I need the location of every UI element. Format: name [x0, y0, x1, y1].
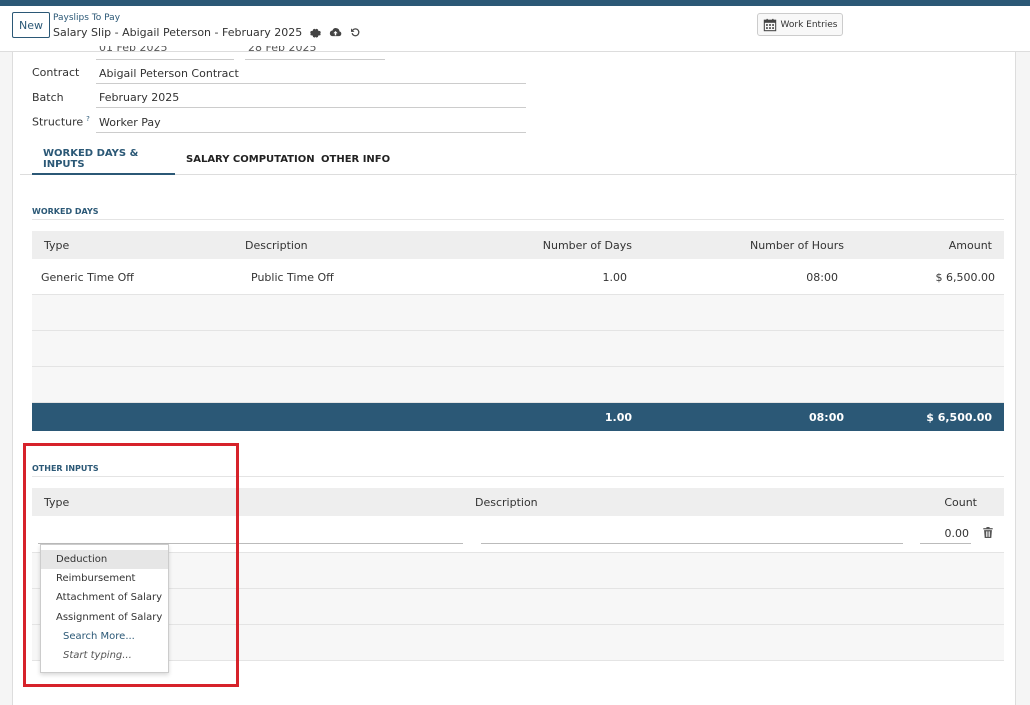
structure-label-text: Structure	[32, 115, 84, 129]
contract-field[interactable]: Abigail Peterson Contract	[96, 64, 526, 84]
dropdown-option-attachment-of-salary[interactable]: Attachment of Salary	[41, 588, 168, 607]
dropdown-option-assignment-of-salary[interactable]: Assignment of Salary	[41, 608, 168, 627]
col-input-type[interactable]: Type	[44, 488, 69, 516]
dropdown-search-more[interactable]: Search More...	[41, 627, 168, 646]
dropdown-option-reimbursement[interactable]: Reimbursement	[41, 569, 168, 588]
worked-days-title: WORKED DAYS	[32, 207, 99, 216]
empty-row	[32, 589, 1004, 625]
cell-days: 1.00	[602, 270, 628, 284]
other-inputs-table: Type Description Count 0.00	[32, 488, 1004, 662]
empty-row	[32, 367, 1004, 403]
cell-amount: $ 6,500.00	[935, 270, 995, 284]
other-inputs-divider	[32, 476, 1004, 477]
period-start-field[interactable]: 01 Feb 2025	[96, 46, 234, 60]
cell-hours: 08:00	[806, 270, 838, 284]
title-row: Salary Slip - Abigail Peterson - Februar…	[53, 25, 362, 39]
gear-icon[interactable]	[308, 25, 322, 39]
total-days: 1.00	[604, 410, 632, 424]
type-autocomplete-dropdown: Deduction Reimbursement Attachment of Sa…	[40, 544, 169, 673]
col-number-of-days[interactable]: Number of Days	[484, 231, 632, 259]
worked-days-header: Type Description Number of Days Number o…	[32, 231, 1004, 259]
empty-row	[32, 625, 1004, 661]
table-row[interactable]: Generic Time Off Public Time Off 1.00 08…	[32, 259, 1004, 295]
col-description[interactable]: Description	[245, 231, 308, 259]
undo-icon[interactable]	[348, 25, 362, 39]
description-input[interactable]	[481, 543, 903, 544]
calendar-icon	[763, 18, 777, 32]
work-entries-label: Work Entries	[780, 19, 838, 30]
new-button[interactable]: New	[12, 12, 50, 38]
notebook-tabs: WORKED DAYS & INPUTS SALARY COMPUTATION …	[20, 144, 1017, 175]
tab-salary-computation[interactable]: SALARY COMPUTATION	[175, 144, 326, 175]
other-inputs-title: OTHER INPUTS	[32, 464, 99, 473]
empty-row	[32, 553, 1004, 589]
contract-label: Contract	[32, 66, 80, 79]
worked-days-totals: 1.00 08:00 $ 6,500.00	[32, 403, 1004, 431]
trash-icon[interactable]	[981, 525, 995, 539]
total-hours: 08:00	[808, 410, 844, 424]
cell-description: Public Time Off	[251, 270, 334, 284]
editable-row[interactable]: 0.00	[32, 516, 1004, 553]
empty-row	[32, 331, 1004, 367]
period-end-field[interactable]: 28 Feb 2025	[245, 46, 385, 60]
col-input-count[interactable]: Count	[892, 488, 977, 516]
dropdown-option-deduction[interactable]: Deduction	[41, 550, 168, 569]
batch-field[interactable]: February 2025	[96, 88, 526, 108]
structure-help-icon[interactable]: ?	[86, 115, 90, 123]
cell-type: Generic Time Off	[41, 270, 134, 284]
structure-label: Structure?	[32, 115, 90, 129]
tab-worked-days-inputs[interactable]: WORKED DAYS & INPUTS	[32, 144, 175, 175]
batch-label: Batch	[32, 91, 64, 104]
page-title: Salary Slip - Abigail Peterson - Februar…	[53, 25, 303, 39]
count-input[interactable]: 0.00	[920, 527, 971, 544]
work-entries-button[interactable]: Work Entries	[757, 13, 843, 36]
structure-field[interactable]: Worker Pay	[96, 113, 526, 133]
col-number-of-hours[interactable]: Number of Hours	[692, 231, 844, 259]
other-inputs-header: Type Description Count	[32, 488, 1004, 516]
col-type[interactable]: Type	[44, 231, 69, 259]
worked-days-table: Type Description Number of Days Number o…	[32, 231, 1004, 433]
empty-row	[32, 295, 1004, 331]
total-amount: $ 6,500.00	[926, 410, 992, 424]
dropdown-start-typing-hint: Start typing...	[63, 650, 132, 661]
cloud-upload-icon[interactable]	[328, 25, 342, 39]
tab-other-info[interactable]: OTHER INFO	[310, 144, 401, 175]
col-amount[interactable]: Amount	[892, 231, 992, 259]
breadcrumb-payslips-to-pay[interactable]: Payslips To Pay	[53, 13, 120, 23]
col-input-description[interactable]: Description	[475, 488, 538, 516]
worked-days-divider	[32, 219, 1004, 220]
